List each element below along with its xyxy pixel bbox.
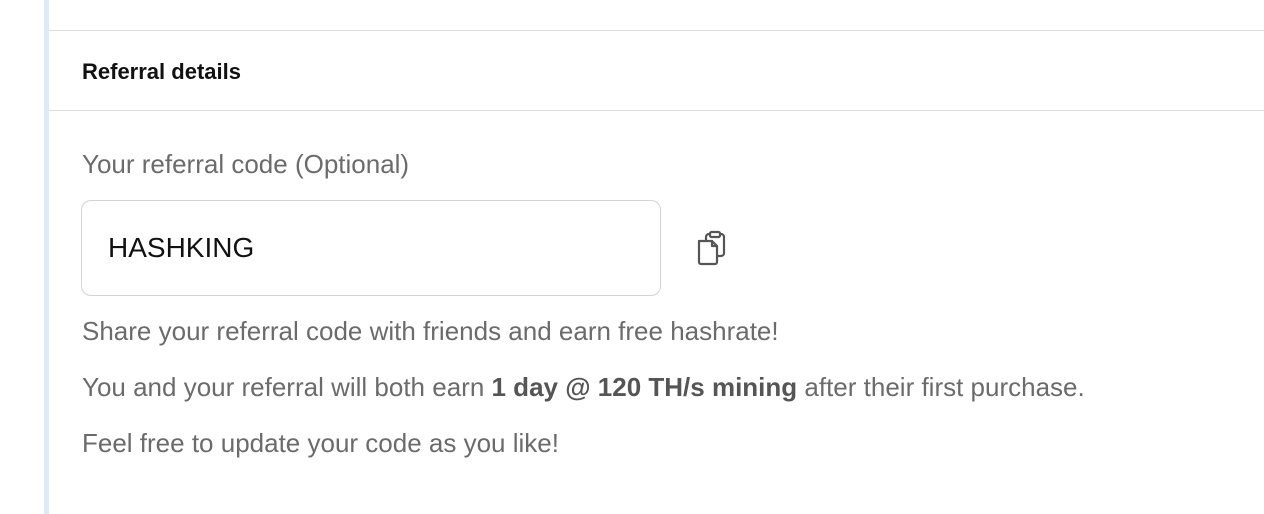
clipboard-copy-icon <box>694 230 728 266</box>
section-title: Referral details <box>82 59 241 84</box>
help-text-update: Feel free to update your code as you lik… <box>82 428 559 458</box>
referral-details-panel: Referral details Your referral code (Opt… <box>49 0 1264 514</box>
help-reward-prefix: You and your referral will both earn <box>82 372 492 402</box>
left-rail <box>0 0 46 514</box>
copy-code-button[interactable] <box>689 226 733 270</box>
help-reward-highlight: 1 day @ 120 TH/s mining <box>491 372 798 402</box>
referral-code-label: Your referral code (Optional) <box>82 149 410 179</box>
referral-page: Referral details Your referral code (Opt… <box>0 0 1264 514</box>
help-text-share: Share your referral code with friends an… <box>82 316 779 346</box>
referral-code-input[interactable] <box>81 200 661 296</box>
help-reward-suffix: after their first purchase. <box>797 372 1085 402</box>
help-text-reward: You and your referral will both earn 1 d… <box>82 371 1085 403</box>
header-divider <box>49 110 1264 111</box>
top-divider <box>49 30 1264 31</box>
